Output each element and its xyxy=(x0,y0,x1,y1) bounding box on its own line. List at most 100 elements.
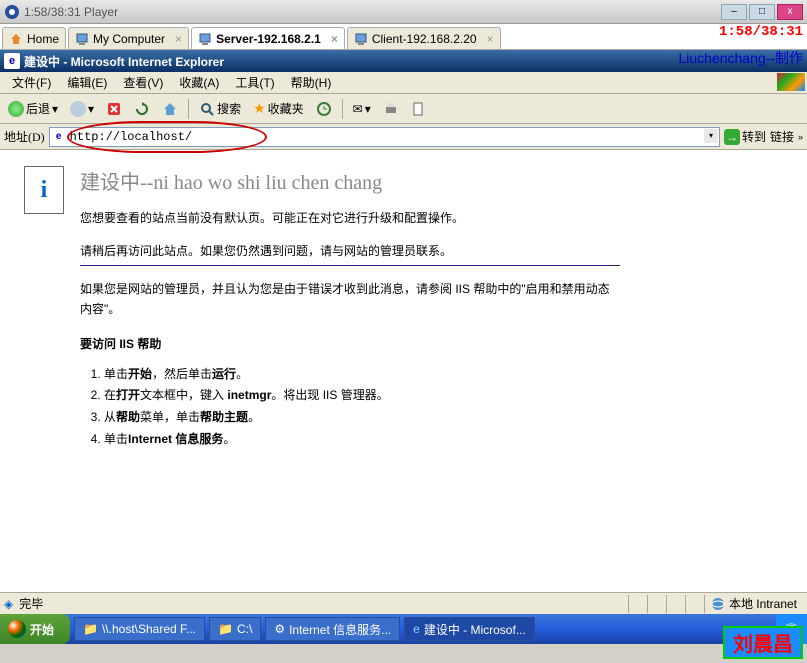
close-button[interactable]: x xyxy=(777,4,803,20)
page-step-4: 单击Internet 信息服务。 xyxy=(104,429,620,451)
maximize-button[interactable]: □ xyxy=(749,4,775,20)
page-heading: 建设中--ni hao wo shi liu chen chang xyxy=(80,166,620,195)
zone-label: 本地 Intranet xyxy=(729,595,797,612)
menu-edit[interactable]: 编辑(E) xyxy=(59,72,115,93)
status-text: 完毕 xyxy=(19,595,43,612)
windows-start-icon xyxy=(8,620,26,638)
taskbar-item-shared[interactable]: 📁 \\.host\Shared F... xyxy=(74,617,205,641)
tab-close-icon[interactable]: × xyxy=(175,32,182,46)
iis-icon: ⚙ xyxy=(274,622,285,636)
minimize-button[interactable]: – xyxy=(721,4,747,20)
page-step-2: 在打开文本框中，键入 inetmgr。将出现 IIS 管理器。 xyxy=(104,385,620,407)
menu-favorites[interactable]: 收藏(A) xyxy=(171,72,227,93)
menu-file[interactable]: 文件(F) xyxy=(4,72,59,93)
player-icon xyxy=(4,4,20,20)
taskbar-item-label: \\.host\Shared F... xyxy=(102,622,196,636)
intranet-icon xyxy=(711,597,725,611)
ie-menubar: 文件(F) 编辑(E) 查看(V) 收藏(A) 工具(T) 帮助(H) xyxy=(0,72,807,94)
forward-button[interactable]: ▾ xyxy=(66,99,98,119)
go-button[interactable]: → 转到 xyxy=(724,128,766,145)
page-paragraph-3: 如果您是网站的管理员，并且认为您是由于错误才收到此消息，请参阅 IIS 帮助中的… xyxy=(80,280,620,318)
overlay-author: Liuchenchang--制作 xyxy=(678,48,803,68)
start-button[interactable]: 开始 xyxy=(0,614,70,644)
favorites-label: 收藏夹 xyxy=(268,100,304,117)
ie-page-icon: e xyxy=(51,129,67,145)
tab-close-icon[interactable]: × xyxy=(487,32,494,46)
search-label: 搜索 xyxy=(217,100,241,117)
player-title-text: 1:58/38:31 Player xyxy=(24,5,721,19)
go-arrow-icon: → xyxy=(724,129,740,145)
links-chevron-icon[interactable]: » xyxy=(798,132,803,142)
overlay-name-annotation: 刘晨昌 xyxy=(723,626,803,659)
taskbar-item-label: Internet 信息服务... xyxy=(289,621,391,638)
home-icon xyxy=(9,32,23,46)
folder-icon: 📁 xyxy=(83,622,98,636)
overlay-timestamp: 1:58/38:31 xyxy=(719,24,803,40)
ie-page-icon: ◈ xyxy=(4,597,13,611)
menu-help[interactable]: 帮助(H) xyxy=(283,72,340,93)
print-icon xyxy=(383,101,399,117)
vm-tab-bar: Home My Computer × Server-192.168.2.1 × … xyxy=(0,24,807,50)
star-icon: ★ xyxy=(253,100,266,117)
page-step-3: 从帮助菜单，单击帮助主题。 xyxy=(104,407,620,429)
home-button[interactable] xyxy=(158,99,182,119)
security-zone: 本地 Intranet xyxy=(704,595,803,613)
vm-tab-label: Server-192.168.2.1 xyxy=(216,32,321,46)
info-icon: i xyxy=(24,166,64,214)
address-dropdown[interactable]: ▾ xyxy=(704,129,718,143)
forward-icon xyxy=(70,101,86,117)
taskbar-item-ie[interactable]: e 建设中 - Microsof... xyxy=(404,617,535,641)
vm-tab-label: My Computer xyxy=(93,32,165,46)
start-label: 开始 xyxy=(30,621,54,638)
links-label[interactable]: 链接 xyxy=(770,128,794,145)
search-button[interactable]: 搜索 xyxy=(195,98,245,119)
refresh-button[interactable] xyxy=(130,99,154,119)
address-input[interactable] xyxy=(49,127,720,147)
dropdown-icon: ▾ xyxy=(88,102,94,116)
menu-tools[interactable]: 工具(T) xyxy=(227,72,282,93)
page-subheading: 要访问 IIS 帮助 xyxy=(80,335,620,352)
go-label: 转到 xyxy=(742,128,766,145)
vm-tab-mycomputer[interactable]: My Computer × xyxy=(68,27,189,49)
folder-icon: 📁 xyxy=(218,622,233,636)
taskbar-item-cdrive[interactable]: 📁 C:\ xyxy=(209,617,261,641)
favorites-button[interactable]: ★ 收藏夹 xyxy=(249,98,308,119)
windows-logo-icon xyxy=(777,73,805,91)
taskbar-item-label: 建设中 - Microsof... xyxy=(424,621,526,638)
ie-title-text: 建设中 - Microsoft Internet Explorer xyxy=(24,53,224,70)
vm-tab-client[interactable]: Client-192.168.2.20 × xyxy=(347,27,501,49)
pc-icon xyxy=(354,32,368,46)
stop-button[interactable] xyxy=(102,99,126,119)
vm-tab-label: Home xyxy=(27,32,59,46)
page-body: 建设中--ni hao wo shi liu chen chang 您想要查看的… xyxy=(80,166,620,576)
pc-icon xyxy=(75,32,89,46)
taskbar-item-label: C:\ xyxy=(237,622,252,636)
windows-taskbar: 开始 📁 \\.host\Shared F... 📁 C:\ ⚙ Interne… xyxy=(0,614,807,644)
mail-icon: ✉ xyxy=(353,102,363,116)
mail-button[interactable]: ✉▾ xyxy=(349,100,375,118)
page-step-1: 单击开始，然后单击运行。 xyxy=(104,364,620,386)
search-icon xyxy=(199,101,215,117)
taskbar-item-iis[interactable]: ⚙ Internet 信息服务... xyxy=(265,617,400,641)
dropdown-icon: ▾ xyxy=(52,102,58,116)
dropdown-icon: ▾ xyxy=(365,102,371,116)
ie-icon: e xyxy=(4,53,20,69)
back-label: 后退 xyxy=(26,100,50,117)
pc-icon xyxy=(198,32,212,46)
print-button[interactable] xyxy=(379,99,403,119)
page-content-area: i 建设中--ni hao wo shi liu chen chang 您想要查… xyxy=(0,150,807,592)
address-label: 地址(D) xyxy=(4,128,45,145)
menu-view[interactable]: 查看(V) xyxy=(115,72,171,93)
vm-tab-server[interactable]: Server-192.168.2.1 × xyxy=(191,27,345,49)
history-button[interactable] xyxy=(312,99,336,119)
vm-tab-home[interactable]: Home xyxy=(2,27,66,49)
edit-button[interactable] xyxy=(407,99,431,119)
ie-statusbar: ◈ 完毕 本地 Intranet xyxy=(0,592,807,614)
tab-close-icon[interactable]: × xyxy=(331,32,338,46)
page-paragraph-1: 您想要查看的站点当前没有默认页。可能正在对它进行升级和配置操作。 xyxy=(80,209,620,228)
back-button[interactable]: 后退 ▾ xyxy=(4,98,62,119)
page-steps-list: 单击开始，然后单击运行。 在打开文本框中，键入 inetmgr。将出现 IIS … xyxy=(104,364,620,450)
edit-icon xyxy=(411,101,427,117)
page-paragraph-2: 请稍后再访问此站点。如果您仍然遇到问题，请与网站的管理员联系。 xyxy=(80,242,620,266)
back-icon xyxy=(8,101,24,117)
